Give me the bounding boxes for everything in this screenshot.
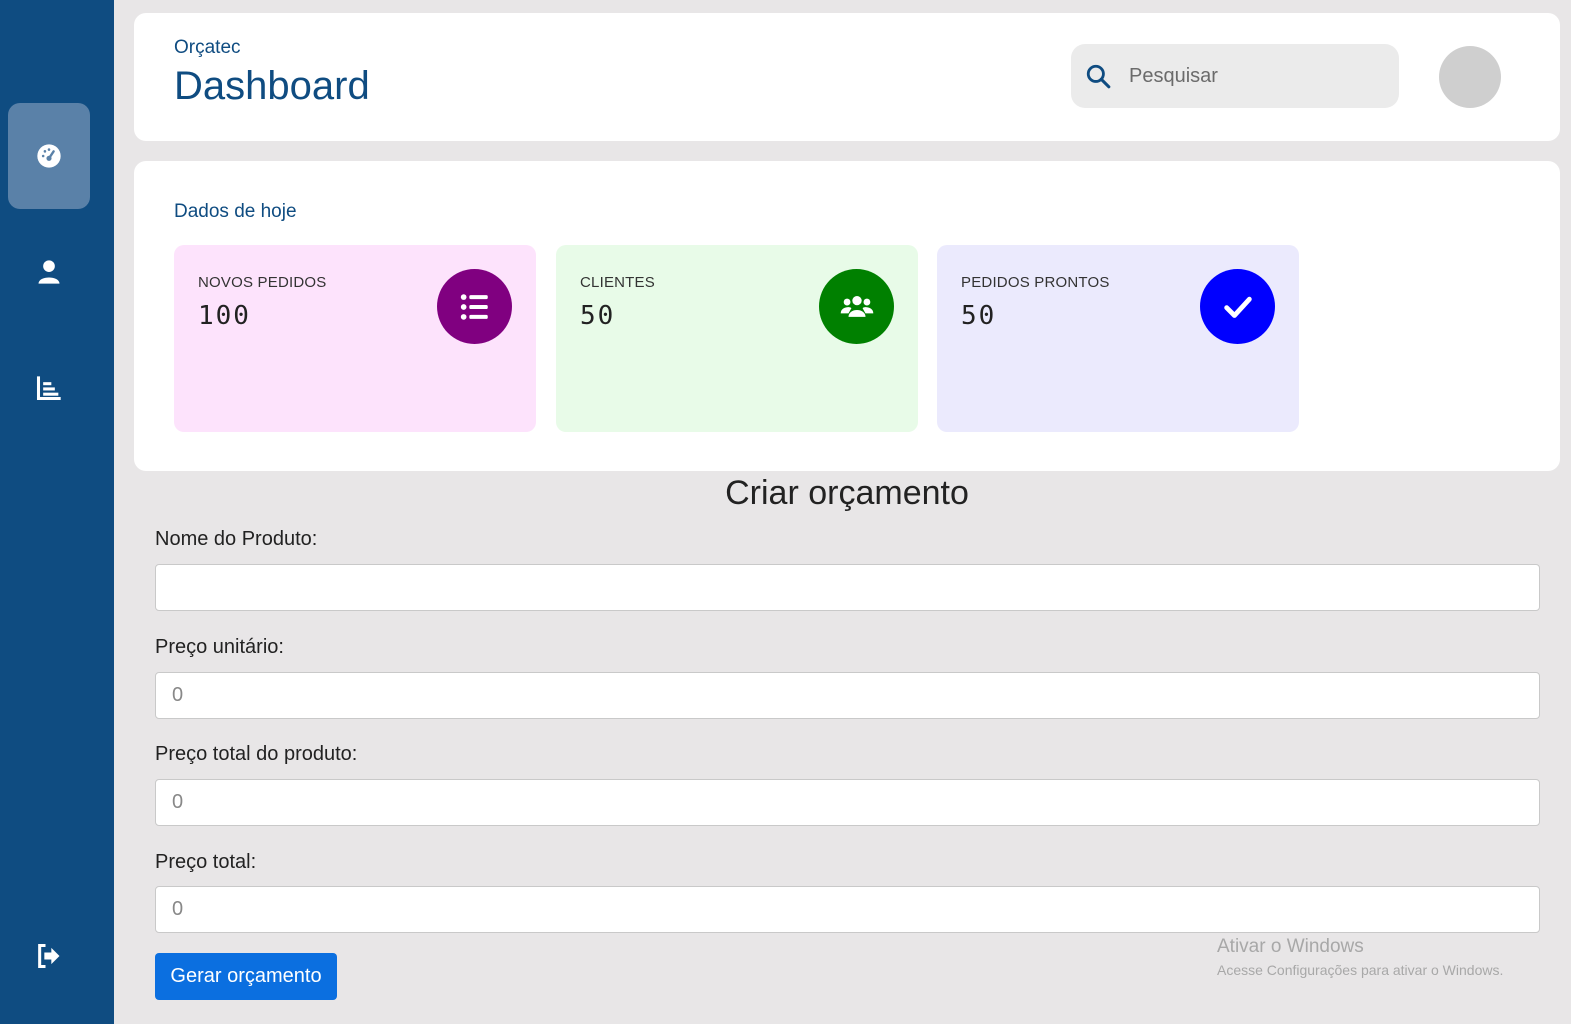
check-icon: [1223, 296, 1252, 318]
sidebar-item-reports[interactable]: [8, 335, 90, 441]
stat-card-new-orders: NOVOS PEDIDOS 100: [174, 245, 536, 432]
header: Orçatec Dashboard: [134, 13, 1560, 141]
page-title: Dashboard: [174, 64, 370, 108]
stat-value: 50: [580, 301, 616, 331]
stat-card-clients: CLIENTES 50: [556, 245, 918, 432]
search-icon: [1086, 64, 1111, 89]
stat-icon-badge: [437, 269, 512, 344]
stat-icon-badge: [819, 269, 894, 344]
product-total-label: Preço total do produto:: [155, 743, 358, 765]
user-icon: [38, 260, 60, 284]
gauge-icon: [37, 144, 61, 168]
watermark-title: Ativar o Windows: [1217, 936, 1364, 957]
list-icon: [460, 293, 488, 320]
avatar[interactable]: [1439, 46, 1501, 108]
stat-label: PEDIDOS PRONTOS: [961, 274, 1110, 291]
generate-quote-button[interactable]: Gerar orçamento: [155, 953, 337, 1000]
stat-label: NOVOS PEDIDOS: [198, 274, 327, 291]
grand-total-input[interactable]: [155, 886, 1540, 933]
stat-label: CLIENTES: [580, 274, 655, 291]
stat-icon-badge: [1200, 269, 1275, 344]
sidebar-item-user[interactable]: [8, 219, 90, 325]
stat-card-ready-orders: PEDIDOS PRONTOS 50: [937, 245, 1299, 432]
sidebar-item-logout[interactable]: [8, 903, 90, 1009]
windows-activation-watermark: Ativar o Windows Acesse Configurações pa…: [1217, 936, 1503, 978]
stats-title: Dados de hoje: [174, 201, 297, 222]
bar-chart-icon: [36, 376, 61, 401]
search-input[interactable]: [1129, 64, 1369, 88]
unit-price-label: Preço unitário:: [155, 636, 284, 658]
search-box[interactable]: [1071, 44, 1399, 108]
sidebar: [0, 0, 114, 1024]
users-icon: [840, 295, 873, 317]
product-name-label: Nome do Produto:: [155, 528, 318, 550]
product-total-input[interactable]: [155, 779, 1540, 826]
product-name-input[interactable]: [155, 564, 1540, 611]
sidebar-item-dashboard[interactable]: [8, 103, 90, 209]
watermark-subtitle: Acesse Configurações para ativar o Windo…: [1217, 962, 1504, 978]
stats-panel: Dados de hoje NOVOS PEDIDOS 100 CLIENTES…: [134, 161, 1560, 471]
stat-value: 50: [961, 301, 997, 331]
unit-price-input[interactable]: [155, 672, 1540, 719]
stat-value: 100: [198, 301, 251, 331]
brand-name: Orçatec: [174, 37, 241, 58]
form-title: Criar orçamento: [725, 474, 969, 512]
logout-icon: [38, 943, 60, 969]
grand-total-label: Preço total:: [155, 851, 257, 873]
